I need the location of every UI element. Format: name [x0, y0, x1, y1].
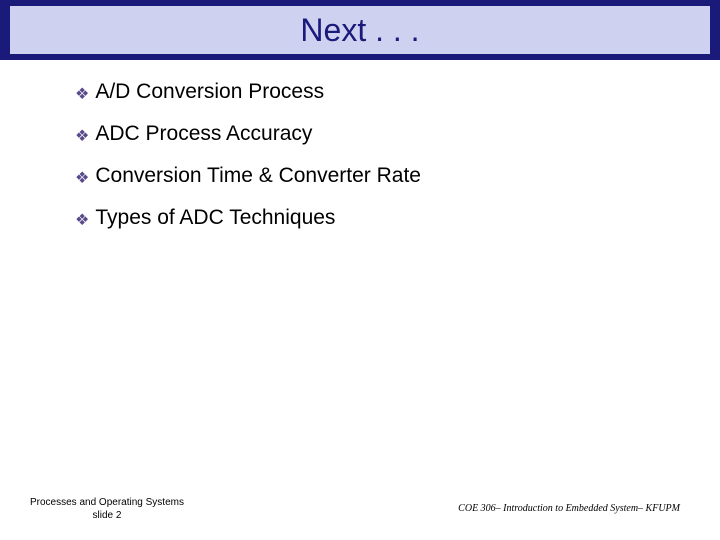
diamond-bullet-icon: ❖	[75, 171, 89, 187]
footer-left: Processes and Operating Systems slide 2	[30, 496, 184, 522]
bullet-text: Conversion Time & Converter Rate	[95, 164, 421, 188]
list-item: ❖ Conversion Time & Converter Rate	[75, 164, 680, 188]
slide-title: Next . . .	[300, 12, 419, 49]
list-item: ❖ A/D Conversion Process	[75, 80, 680, 104]
diamond-bullet-icon: ❖	[75, 213, 89, 229]
footer-right: COE 306– Introduction to Embedded System…	[458, 503, 680, 514]
title-bar: Next . . .	[0, 0, 720, 60]
footer: Processes and Operating Systems slide 2 …	[0, 482, 720, 522]
title-inner: Next . . .	[10, 6, 710, 54]
footer-left-line2: slide 2	[30, 509, 184, 522]
bullet-text: Types of ADC Techniques	[95, 206, 335, 230]
list-item: ❖ ADC Process Accuracy	[75, 122, 680, 146]
bullet-text: A/D Conversion Process	[95, 80, 324, 104]
list-item: ❖ Types of ADC Techniques	[75, 206, 680, 230]
footer-left-line1: Processes and Operating Systems	[30, 496, 184, 509]
content-area: ❖ A/D Conversion Process ❖ ADC Process A…	[75, 80, 680, 248]
diamond-bullet-icon: ❖	[75, 87, 89, 103]
diamond-bullet-icon: ❖	[75, 129, 89, 145]
bullet-text: ADC Process Accuracy	[95, 122, 312, 146]
